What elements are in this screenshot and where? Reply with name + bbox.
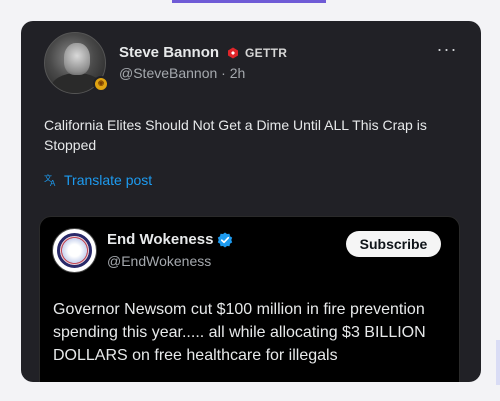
verified-badge-icon <box>218 232 233 247</box>
svg-text:A: A <box>50 179 56 187</box>
gettr-icon <box>228 47 239 58</box>
quoted-author-name[interactable]: End Wokeness <box>107 231 213 248</box>
translate-icon: 文 A <box>44 173 56 187</box>
post-text: California Elites Should Not Get a Dime … <box>44 117 427 153</box>
author-handle[interactable]: @SteveBannon <box>119 65 217 81</box>
translate-label: Translate post <box>64 172 153 188</box>
quoted-post-text: Governor Newsom cut $100 million in fire… <box>53 301 426 364</box>
separator-dot: · <box>221 65 226 81</box>
author-handle-row: @SteveBannon · 2h <box>119 65 245 81</box>
affiliation-label[interactable]: GETTR <box>245 46 287 60</box>
affiliate-badge-icon: ◉ <box>93 76 109 92</box>
quoted-author-name-row: End Wokeness <box>107 231 233 248</box>
more-icon[interactable]: ··· <box>433 40 461 61</box>
author-name-row: Steve Bannon GETTR <box>119 44 287 61</box>
post-card[interactable]: ◉ Steve Bannon GETTR @SteveBannon · 2h ·… <box>21 21 481 382</box>
top-tab-indicator <box>172 0 326 3</box>
quoted-author-avatar[interactable] <box>52 228 97 273</box>
translate-post-link[interactable]: 文 A Translate post <box>44 172 152 188</box>
subscribe-button[interactable]: Subscribe <box>346 231 441 257</box>
scrollbar[interactable] <box>496 340 500 385</box>
quoted-post[interactable]: End Wokeness @EndWokeness Subscribe Gove… <box>39 216 460 382</box>
quoted-author-handle[interactable]: @EndWokeness <box>107 253 211 269</box>
author-name[interactable]: Steve Bannon <box>119 44 219 61</box>
post-time[interactable]: 2h <box>230 65 246 81</box>
